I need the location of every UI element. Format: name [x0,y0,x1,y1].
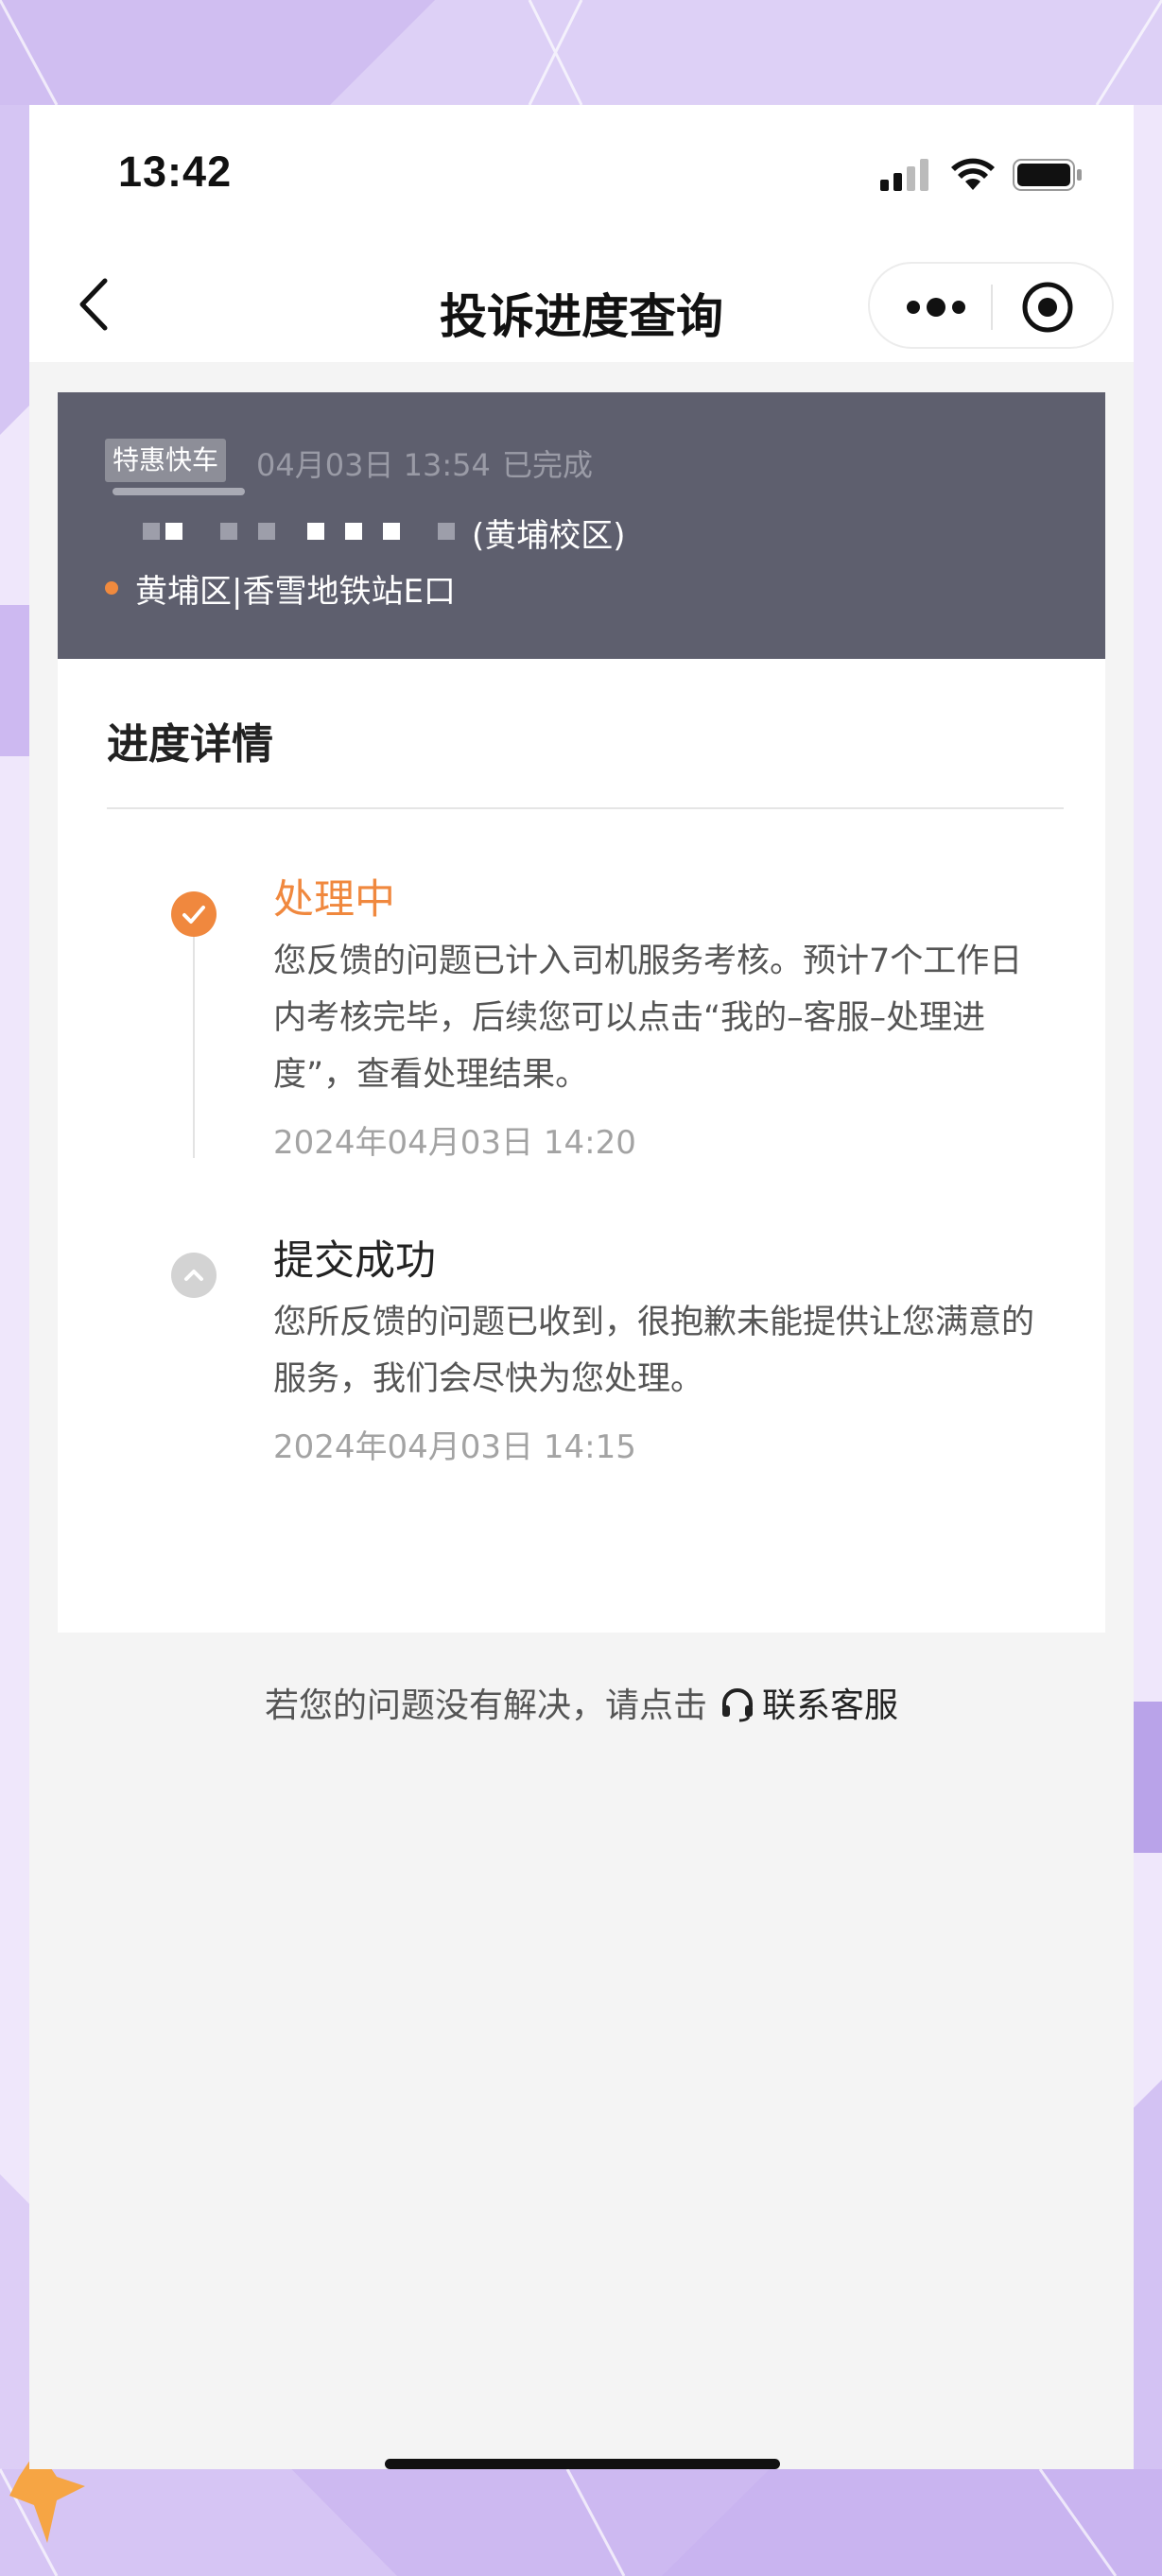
wifi-icon [951,158,995,190]
capsule-divider [991,285,993,330]
battery-icon [1013,159,1082,191]
step-description: 您反馈的问题已计入司机服务考核。预计7个工作日内考核完毕，后续您可以点击“我的–… [273,942,1023,1094]
step-time: 2024年04月03日 14:15 [273,1428,636,1466]
step-description: 您所反馈的问题已收到，很抱歉未能提供让您满意的服务，我们会尽快为您处理。 [273,1304,1035,1398]
order-status: 已完成 [502,447,594,483]
help-prompt: 若您的问题没有解决，请点击 [264,1686,707,1725]
badge-underline [113,488,245,495]
divider [107,807,1064,809]
ride-type-badge: 特惠快车 [105,439,227,482]
target-circle-icon[interactable] [1019,279,1076,336]
location-dot-icon [105,581,118,595]
progress-details-card: 进度详情 处理中 您反馈的问题已计入司机服务考核。预计7个工作日内考核完毕，后续… [58,659,1105,1633]
order-card[interactable]: 特惠快车 04月03日 13:54 已完成 (黄埔校区) 黄埔区|香雪地铁站E口 [58,392,1105,659]
help-footer: 若您的问题没有解决，请点击 联系客服 [29,1678,1134,1727]
order-time: 04月03日 13:54 [256,447,491,483]
chevron-up-icon [171,1253,217,1298]
home-indicator [385,2459,780,2469]
more-dots-icon[interactable] [898,281,974,334]
step-time: 2024年04月03日 14:20 [273,1124,636,1162]
status-icons [880,158,1083,192]
phone-screen: 13:42 投诉进度查询 特惠快车 04月03日 13:54 已完成 (黄埔校区… [29,105,1134,2469]
status-time: 13:42 [118,147,233,196]
headset-icon[interactable] [719,1685,756,1722]
status-bar: 13:42 [29,105,1134,247]
order-destination-name: (黄埔校区) [472,517,626,555]
timeline-connector [193,912,195,1158]
step-title-processing: 处理中 [273,876,395,924]
contact-service-link[interactable]: 联系客服 [762,1686,898,1725]
navigation-bar: 投诉进度查询 [29,247,1134,362]
section-title: 进度详情 [107,720,273,769]
step-title-submitted: 提交成功 [273,1237,436,1285]
signal-icon [880,159,928,191]
order-location: 黄埔区|香雪地铁站E口 [135,573,456,611]
masked-name [143,523,460,540]
check-icon [171,891,217,937]
miniapp-capsule [868,262,1114,349]
